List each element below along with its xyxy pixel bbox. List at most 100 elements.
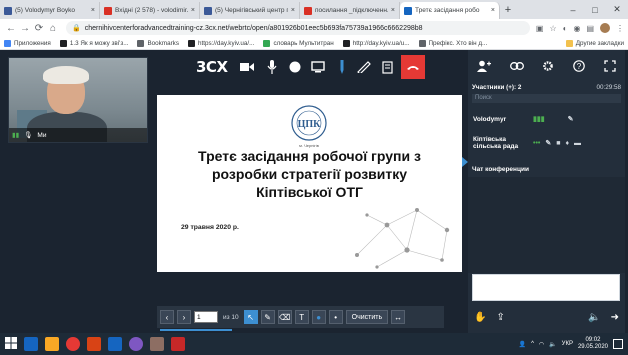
size-tool-button[interactable]: • bbox=[328, 310, 343, 324]
bookmark-item[interactable]: словарь Мультитран bbox=[263, 39, 334, 47]
home-icon[interactable]: ⌂ bbox=[46, 23, 60, 34]
profile-avatar[interactable] bbox=[600, 23, 610, 33]
notifications-icon[interactable] bbox=[613, 339, 623, 349]
send-icon[interactable]: ➜ bbox=[611, 312, 619, 323]
bookmark-item[interactable]: Приложения bbox=[4, 39, 51, 47]
pen-icon[interactable] bbox=[332, 57, 352, 77]
next-page-button[interactable]: › bbox=[177, 310, 191, 324]
video-camera-icon[interactable]: ■ bbox=[556, 140, 560, 147]
browser-tab[interactable]: (5) Чернігівський центр п... × bbox=[200, 2, 300, 19]
help-icon[interactable]: ? bbox=[573, 60, 585, 74]
bookmark-item[interactable]: http://day.kyiv.ua/u... bbox=[342, 39, 410, 47]
extension-icon[interactable]: ◐ bbox=[563, 24, 568, 33]
people-icon[interactable]: 👤 bbox=[519, 341, 526, 348]
pointer-tool-button[interactable]: ↖ bbox=[243, 310, 258, 324]
browser-tab[interactable]: Третє засідання робо × bbox=[400, 2, 500, 19]
menu-icon[interactable]: ⋮ bbox=[616, 24, 624, 33]
bookmark-item[interactable]: Префікс. Хто він д... bbox=[418, 39, 488, 47]
add-participant-icon[interactable] bbox=[477, 60, 492, 74]
eraser-tool-button[interactable]: ⌫ bbox=[277, 310, 292, 324]
browser-tab[interactable]: посилання _підключенн... × bbox=[300, 2, 400, 19]
bookmark-item[interactable]: Bookmarks bbox=[137, 39, 179, 47]
participant-row[interactable]: Кіптівська сільська рада ••• ✎ ■ ♦ ▬ bbox=[468, 132, 625, 154]
chat-icon[interactable]: ▬ bbox=[574, 140, 581, 147]
wifi-icon[interactable]: ◠ bbox=[539, 341, 544, 348]
forward-icon[interactable]: → bbox=[18, 23, 32, 34]
camera-icon[interactable]: ▣ bbox=[536, 24, 544, 33]
text-tool-button[interactable]: T bbox=[294, 310, 309, 324]
word-icon[interactable] bbox=[108, 337, 122, 351]
pencil-tool-button[interactable]: ✎ bbox=[260, 310, 275, 324]
right-panel: ? Участники (+): 2 00:29:58 Поиск Volody… bbox=[468, 50, 625, 333]
explorer-icon[interactable] bbox=[45, 337, 59, 351]
bookmark-label: Префікс. Хто він д... bbox=[428, 39, 488, 47]
save-app-icon[interactable] bbox=[24, 337, 38, 351]
participant-video-tile[interactable]: ▮▮ 🎙 Ми bbox=[8, 57, 148, 143]
browser-tab[interactable]: Вхідні (2 578) - volodimir.bo × bbox=[100, 2, 200, 19]
video-camera-icon[interactable] bbox=[237, 57, 257, 77]
tab-favicon-icon bbox=[404, 6, 412, 15]
chrome-icon[interactable] bbox=[66, 337, 80, 351]
extension-icon[interactable]: ▤ bbox=[586, 24, 594, 33]
volume-icon[interactable]: 🔈 bbox=[549, 341, 556, 348]
clock-time: 09:02 bbox=[585, 337, 601, 343]
annotate-icon[interactable] bbox=[354, 57, 374, 77]
close-tab-icon[interactable]: × bbox=[91, 7, 95, 14]
minimize-button[interactable]: – bbox=[562, 5, 584, 15]
upload-icon[interactable]: ⇪ bbox=[496, 312, 504, 323]
right-panel-toolbar: ? bbox=[468, 50, 625, 84]
microphone-icon[interactable]: ♦ bbox=[565, 140, 569, 147]
star-icon[interactable]: ☆ bbox=[549, 24, 556, 33]
screen-share-icon[interactable] bbox=[308, 57, 328, 77]
keyboard-language[interactable]: УКР bbox=[562, 341, 573, 347]
powerpoint-icon[interactable] bbox=[87, 337, 101, 351]
reload-icon[interactable]: ⟳ bbox=[32, 23, 46, 34]
extension-icon[interactable]: ◉ bbox=[573, 24, 580, 33]
close-window-button[interactable]: ✕ bbox=[606, 4, 628, 15]
image-viewer-icon[interactable] bbox=[150, 337, 164, 351]
microphone-icon[interactable]: 🎙 bbox=[24, 131, 32, 139]
close-tab-icon[interactable]: × bbox=[391, 7, 395, 14]
hang-up-button[interactable] bbox=[401, 55, 425, 79]
bookmark-label: словарь Мультитран bbox=[273, 39, 334, 47]
address-bar: ← → ⟳ ⌂ 🔒 chernihivcenterforadvancedtrai… bbox=[0, 19, 628, 37]
speaker-volume-icon[interactable]: 🔈 bbox=[588, 312, 600, 323]
window-controls: – □ ✕ bbox=[562, 0, 628, 19]
document-icon[interactable] bbox=[377, 57, 397, 77]
promote-user-icon[interactable]: ✎ bbox=[545, 139, 551, 147]
chat-input[interactable] bbox=[472, 274, 620, 301]
more-icon[interactable]: ••• bbox=[533, 140, 540, 147]
browser-tab[interactable]: (5) Volodymyr Boyko × bbox=[0, 2, 100, 19]
page-number-input[interactable]: 1 bbox=[194, 311, 218, 323]
windows-start-icon[interactable] bbox=[5, 337, 17, 351]
promote-user-icon[interactable]: ✎ bbox=[568, 115, 574, 123]
raise-hand-icon[interactable]: ✋ bbox=[474, 312, 486, 323]
bookmark-item[interactable]: https://day.kyiv.ua/... bbox=[187, 39, 255, 47]
participant-row[interactable]: Volodymyr ▮▮▮ ✎ bbox=[468, 108, 625, 130]
fullscreen-icon[interactable] bbox=[604, 60, 616, 74]
url-input[interactable]: 🔒 chernihivcenterforadvancedtraining-cz.… bbox=[66, 21, 530, 35]
viber-icon[interactable] bbox=[129, 337, 143, 351]
maximize-button[interactable]: □ bbox=[584, 5, 606, 15]
institute-logo: ЦПК bbox=[291, 105, 327, 141]
new-tab-button[interactable]: + bbox=[500, 2, 516, 19]
fit-width-button[interactable]: ↔ bbox=[391, 310, 406, 324]
link-icon[interactable] bbox=[509, 62, 524, 72]
back-icon[interactable]: ← bbox=[4, 23, 18, 34]
bookmark-item[interactable]: 1.3 Як я можу зві'з... bbox=[59, 39, 128, 47]
close-tab-icon[interactable]: × bbox=[291, 7, 295, 14]
record-icon[interactable] bbox=[285, 57, 305, 77]
bookmark-label: https://day.kyiv.ua/... bbox=[197, 39, 255, 47]
clock[interactable]: 09:02 29.05.2020 bbox=[578, 337, 608, 351]
participant-search-input[interactable]: Поиск bbox=[472, 94, 621, 103]
other-bookmarks[interactable]: Другие закладки bbox=[565, 39, 624, 47]
clear-button[interactable]: Очистить bbox=[345, 310, 389, 324]
pdf-icon[interactable] bbox=[171, 337, 185, 351]
settings-gear-icon[interactable] bbox=[542, 60, 554, 74]
close-tab-icon[interactable]: × bbox=[191, 7, 195, 14]
close-tab-icon[interactable]: × bbox=[491, 7, 495, 14]
previous-page-button[interactable]: ‹ bbox=[160, 310, 174, 324]
show-hidden-icons-icon[interactable]: ^ bbox=[531, 341, 534, 347]
color-tool-button[interactable]: ● bbox=[311, 310, 326, 324]
microphone-icon[interactable] bbox=[262, 57, 282, 77]
